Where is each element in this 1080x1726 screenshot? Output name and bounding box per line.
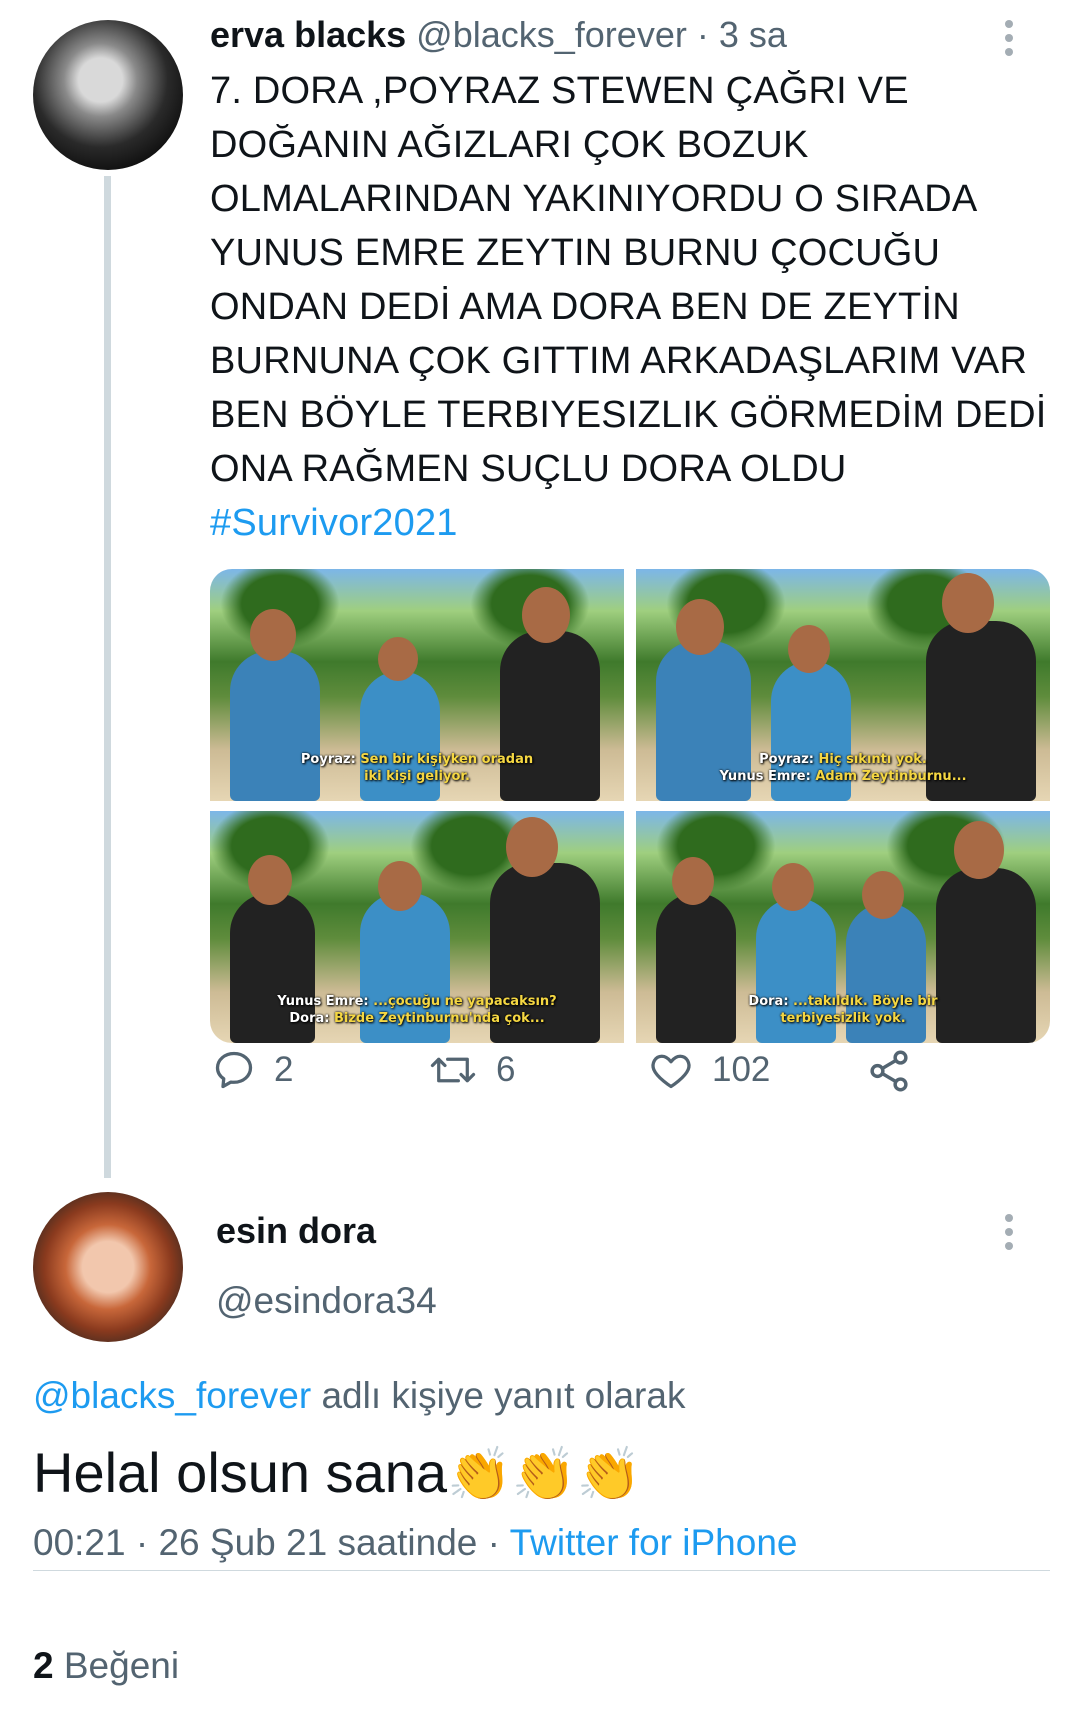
media-image[interactable]: Poyraz: Sen bir kişiyken oradan iki kişi… bbox=[210, 569, 624, 801]
tweet-line: DOĞANIN AĞIZLARI ÇOK BOZUK bbox=[210, 124, 809, 166]
like-count: 102 bbox=[712, 1050, 771, 1089]
replying-to: @blacks_forever adlı kişiye yanıt olarak bbox=[33, 1375, 685, 1417]
avatar-erva-blacks[interactable] bbox=[33, 20, 183, 170]
author-name[interactable]: erva blacks bbox=[210, 14, 406, 55]
contestant-head bbox=[378, 861, 422, 911]
tweet-line: YUNUS EMRE ZEYTIN BURNU ÇOCUĞU bbox=[210, 232, 941, 274]
like-button[interactable]: 102 bbox=[648, 1048, 770, 1092]
contestant-head bbox=[248, 855, 292, 905]
media-grid: Poyraz: Sen bir kişiyken oradan iki kişi… bbox=[210, 569, 1050, 1043]
likes-summary[interactable]: 2 Beğeni bbox=[33, 1645, 179, 1687]
video-subtitle: Dora: ...takıldık. Böyle bir terbiyesizl… bbox=[636, 993, 1050, 1027]
tweet-timestamp[interactable]: 00:21 · 26 Şub 21 saatinde bbox=[33, 1522, 477, 1563]
more-options-icon[interactable] bbox=[1004, 1214, 1014, 1250]
reply-tweet-text: Helal olsun sana👏👏👏 bbox=[33, 1440, 641, 1505]
subtitle-text: iki kişi geliyor. bbox=[364, 769, 470, 784]
reply-text: Helal olsun sana bbox=[33, 1441, 448, 1504]
contestant-head bbox=[772, 863, 814, 911]
contestant-head bbox=[522, 587, 570, 643]
heart-icon bbox=[648, 1048, 694, 1092]
retweet-button[interactable]: 6 bbox=[428, 1048, 515, 1092]
subtitle-text: Bizde Zeytinburnu'nda çok... bbox=[329, 1011, 545, 1026]
subtitle-speaker: Yunus Emre: bbox=[719, 769, 811, 784]
thread-line bbox=[104, 176, 111, 1178]
tweet-meta: 00:21 · 26 Şub 21 saatinde · Twitter for… bbox=[33, 1522, 797, 1564]
contestant-head bbox=[676, 599, 724, 655]
subtitle-speaker: Dora: bbox=[748, 994, 789, 1009]
meta-separator: · bbox=[477, 1522, 510, 1563]
tweet-line: ONA RAĞMEN SUÇLU DORA OLDU bbox=[210, 448, 847, 490]
reply-button[interactable]: 2 bbox=[212, 1048, 293, 1092]
contestant-head bbox=[954, 821, 1004, 879]
contestant-head bbox=[862, 871, 904, 919]
tweet-line: OLMALARINDAN YAKINIYORDU O SIRADA bbox=[210, 178, 978, 220]
subtitle-speaker: Dora: bbox=[289, 1011, 330, 1026]
avatar-esin-dora[interactable] bbox=[33, 1192, 183, 1342]
replying-to-label: adlı kişiye yanıt olarak bbox=[311, 1375, 686, 1416]
reply-author-handle[interactable]: @esindora34 bbox=[216, 1280, 437, 1322]
subtitle-speaker: Poyraz: bbox=[300, 752, 356, 767]
subtitle-speaker: Poyraz: bbox=[759, 752, 815, 767]
tweet-line: BEN BÖYLE TERBIYESIZLIK GÖRMEDİM DEDİ bbox=[210, 394, 1047, 436]
tweet-line: BURNUNA ÇOK GITTIM ARKADAŞLARIM VAR bbox=[210, 340, 1028, 382]
subtitle-text: Sen bir kişiyken oradan bbox=[355, 752, 534, 767]
subtitle-text: terbiyesizlik yok. bbox=[780, 1011, 906, 1026]
subtitle-text: Hiç sıkıntı yok. bbox=[814, 752, 927, 767]
reply-count: 2 bbox=[274, 1050, 294, 1089]
media-image[interactable]: Poyraz: Hiç sıkıntı yok. Yunus Emre: Ada… bbox=[636, 569, 1050, 801]
video-subtitle: Poyraz: Hiç sıkıntı yok. Yunus Emre: Ada… bbox=[636, 751, 1050, 785]
contestant-head bbox=[250, 609, 296, 661]
subtitle-text: ...takıldık. Böyle bir bbox=[788, 994, 938, 1009]
tweet-line: ONDAN DEDİ AMA DORA BEN DE ZEYTİN bbox=[210, 286, 960, 328]
contestant-head bbox=[506, 817, 558, 877]
likes-count: 2 bbox=[33, 1645, 54, 1686]
video-subtitle: Poyraz: Sen bir kişiyken oradan iki kişi… bbox=[210, 751, 624, 785]
parent-tweet-text: 7. DORA ,POYRAZ STEWEN ÇAĞRI VE DOĞANIN … bbox=[210, 64, 1050, 550]
video-subtitle: Yunus Emre: ...çocuğu ne yapacaksın? Dor… bbox=[210, 993, 624, 1027]
clapping-hands-emoji: 👏👏👏 bbox=[447, 1446, 642, 1504]
share-icon bbox=[866, 1048, 912, 1094]
media-image[interactable]: Dora: ...takıldık. Böyle bir terbiyesizl… bbox=[636, 811, 1050, 1043]
subtitle-text: Adam Zeytinburnu... bbox=[810, 769, 967, 784]
more-options-icon[interactable] bbox=[1004, 20, 1014, 56]
contestant-head bbox=[942, 573, 994, 633]
contestant-head bbox=[378, 637, 418, 681]
retweet-icon bbox=[428, 1048, 478, 1092]
hashtag-link[interactable]: #Survivor2021 bbox=[210, 496, 1050, 550]
retweet-count: 6 bbox=[496, 1050, 516, 1089]
tweet-line: 7. DORA ,POYRAZ STEWEN ÇAĞRI VE bbox=[210, 70, 909, 112]
reply-author-name[interactable]: esin dora bbox=[216, 1210, 376, 1252]
subtitle-speaker: Yunus Emre: bbox=[277, 994, 369, 1009]
author-handle[interactable]: @blacks_forever bbox=[416, 14, 687, 55]
parent-tweet-header: erva blacks @blacks_forever · 3 sa bbox=[210, 14, 787, 56]
contestant-head bbox=[788, 625, 830, 673]
media-image[interactable]: Yunus Emre: ...çocuğu ne yapacaksın? Dor… bbox=[210, 811, 624, 1043]
tweet-time[interactable]: 3 sa bbox=[719, 14, 787, 55]
subtitle-text: ...çocuğu ne yapacaksın? bbox=[368, 994, 557, 1009]
reply-icon bbox=[212, 1048, 256, 1092]
share-button[interactable] bbox=[866, 1048, 912, 1094]
contestant-head bbox=[672, 857, 714, 905]
divider bbox=[33, 1570, 1050, 1571]
header-separator: · bbox=[696, 14, 709, 55]
mention-link[interactable]: @blacks_forever bbox=[33, 1375, 311, 1416]
tweet-source-link[interactable]: Twitter for iPhone bbox=[510, 1522, 798, 1563]
likes-label: Beğeni bbox=[53, 1645, 180, 1686]
